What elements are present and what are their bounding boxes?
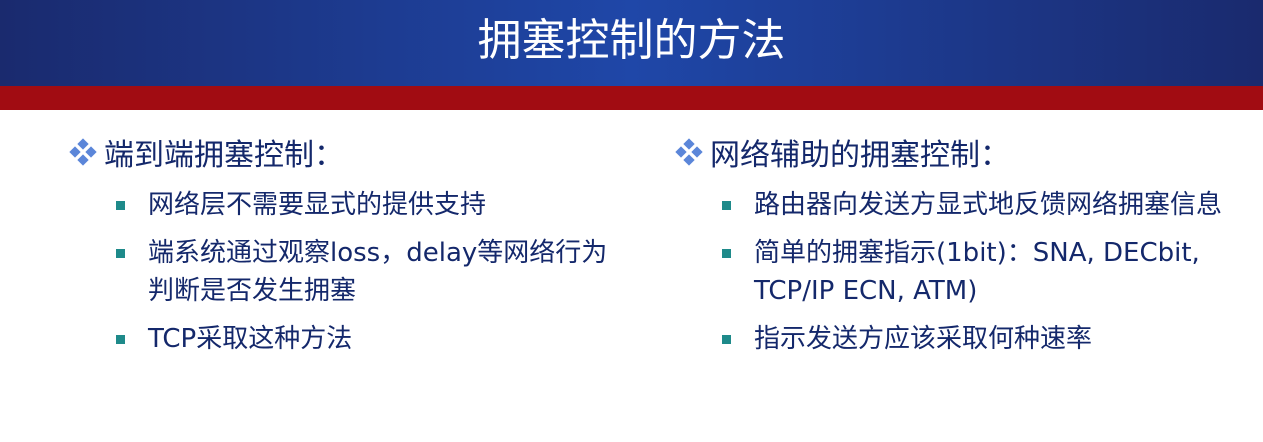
list-item-text: 路由器向发送方显式地反馈网络拥塞信息 — [754, 190, 1223, 220]
list-item: TCP采取这种方法 — [116, 320, 628, 358]
right-heading-text: 网络辅助的拥塞控制： — [710, 138, 1010, 173]
list-item: 网络层不需要显式的提供支持 — [116, 186, 628, 224]
list-item: 路由器向发送方显式地反馈网络拥塞信息 — [722, 186, 1234, 224]
square-bullet-icon — [116, 201, 125, 210]
list-item-text: 指示发送方应该采取何种速率 — [754, 324, 1093, 354]
square-bullet-icon — [116, 335, 125, 344]
list-item: 指示发送方应该采取何种速率 — [722, 320, 1234, 358]
list-item-text: TCP采取这种方法 — [148, 324, 353, 354]
square-bullet-icon — [722, 335, 731, 344]
right-column: 网络辅助的拥塞控制： 路由器向发送方显式地反馈网络拥塞信息 简单的拥塞指示(1b… — [674, 128, 1234, 368]
list-item-text: 简单的拥塞指示(1bit)：SNA, DECbit, TCP/IP ECN, A… — [754, 238, 1200, 306]
title-bar: 拥塞控制的方法 — [0, 0, 1263, 86]
right-heading: 网络辅助的拥塞控制： — [674, 128, 1234, 176]
slide-title: 拥塞控制的方法 — [477, 15, 786, 66]
list-item-text: 网络层不需要显式的提供支持 — [148, 190, 487, 220]
square-bullet-icon — [722, 201, 731, 210]
right-bullet-list: 路由器向发送方显式地反馈网络拥塞信息 简单的拥塞指示(1bit)：SNA, DE… — [674, 186, 1234, 358]
list-item-text: 端系统通过观察loss，delay等网络行为判断是否发生拥塞 — [148, 238, 608, 306]
square-bullet-icon — [116, 249, 125, 258]
left-bullet-list: 网络层不需要显式的提供支持 端系统通过观察loss，delay等网络行为判断是否… — [68, 186, 628, 358]
diamond-bullet-icon — [674, 137, 704, 167]
title-divider — [0, 86, 1263, 110]
diamond-bullet-icon — [68, 137, 98, 167]
left-heading: 端到端拥塞控制： — [68, 128, 628, 176]
left-column: 端到端拥塞控制： 网络层不需要显式的提供支持 端系统通过观察loss，delay… — [68, 128, 628, 368]
square-bullet-icon — [722, 249, 731, 258]
left-heading-text: 端到端拥塞控制： — [104, 138, 344, 173]
list-item: 端系统通过观察loss，delay等网络行为判断是否发生拥塞 — [116, 234, 628, 310]
list-item: 简单的拥塞指示(1bit)：SNA, DECbit, TCP/IP ECN, A… — [722, 234, 1234, 310]
